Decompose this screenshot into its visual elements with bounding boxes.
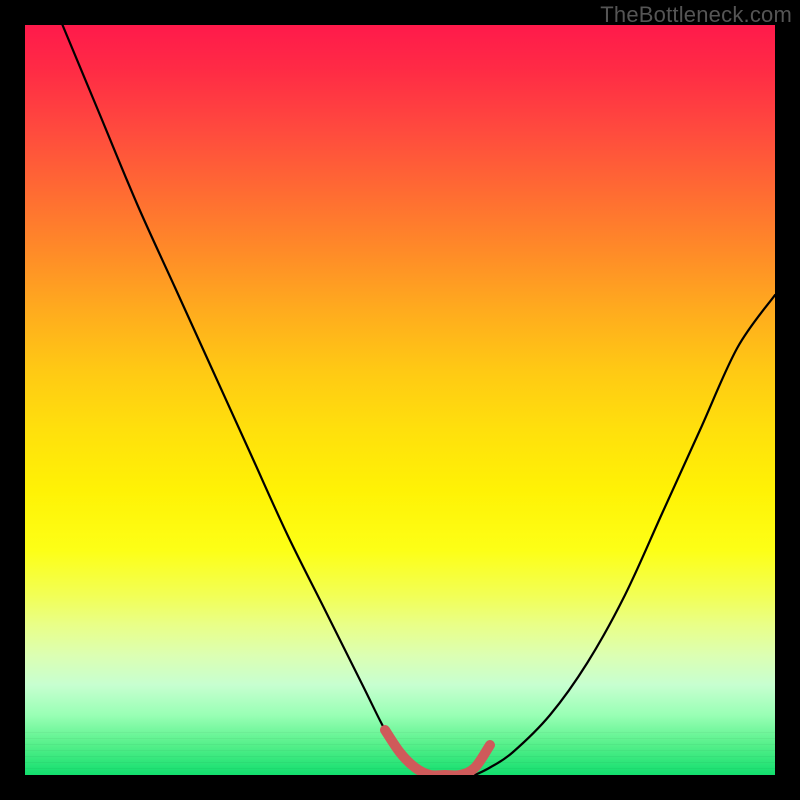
gradient-stripe [25,768,775,769]
gradient-stripe [25,756,775,757]
chart-frame: TheBottleneck.com [0,0,800,800]
watermark-text: TheBottleneck.com [600,2,792,28]
gradient-stripe [25,744,775,745]
gradient-stripe [25,762,775,763]
plot-area [25,25,775,775]
gradient-stripe [25,750,775,751]
gradient-stripe [25,732,775,733]
gradient-stripe [25,738,775,739]
